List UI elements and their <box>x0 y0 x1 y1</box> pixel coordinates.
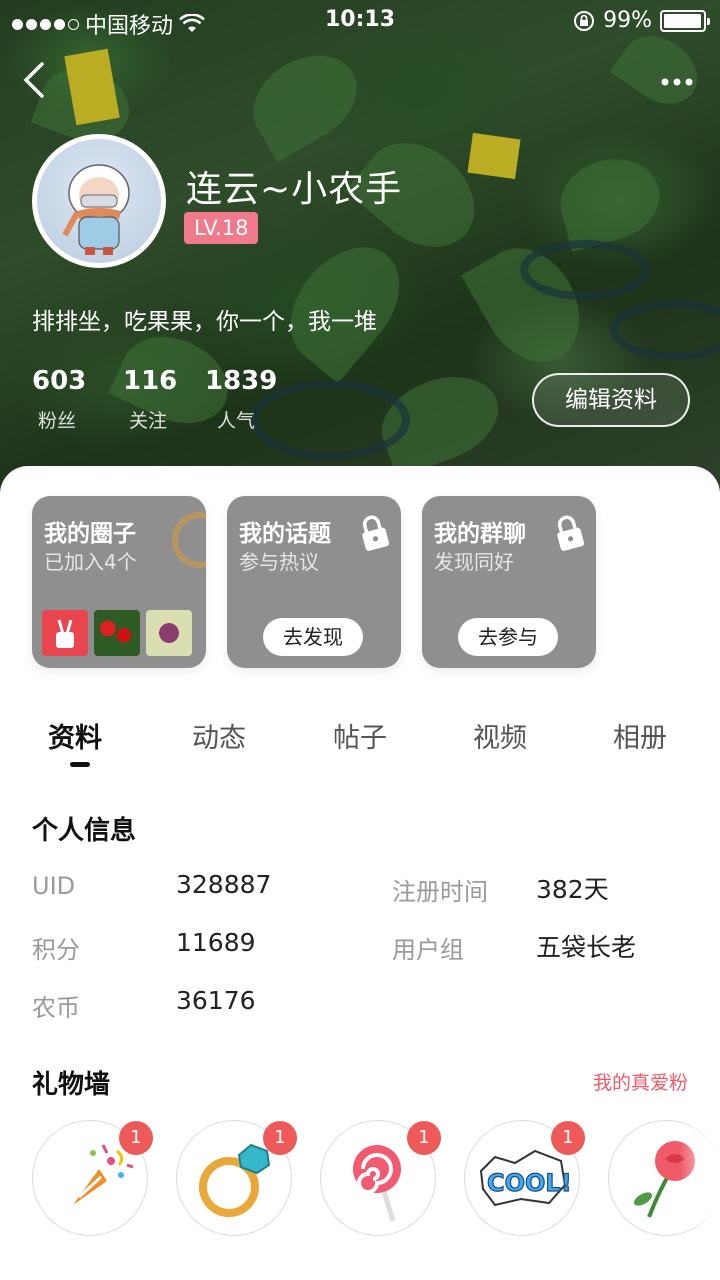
active-tab-indicator <box>70 762 90 767</box>
rotation-lock-icon <box>574 10 595 31</box>
tab-albums[interactable]: 相册 <box>613 716 667 755</box>
gift-count-badge: 1 <box>551 1121 585 1155</box>
avatar[interactable] <box>32 134 166 268</box>
status-bar: 中国移动 10:13 99% <box>0 0 720 40</box>
info-key-points: 积分 <box>32 936 80 964</box>
avatar-illustration-icon <box>62 164 130 255</box>
stat-fans-count: 603 <box>32 366 87 396</box>
circle-thumb-strawberry-icon[interactable] <box>94 610 140 656</box>
join-button[interactable]: 去参与 <box>458 618 558 656</box>
tab-profile-info[interactable]: 资料 <box>48 716 102 755</box>
gift-item[interactable]: 1 <box>176 1120 297 1236</box>
stat-popularity-count: 1839 <box>205 366 278 396</box>
gift-count-badge: 1 <box>119 1121 153 1155</box>
discover-button[interactable]: 去发现 <box>263 618 363 656</box>
lock-icon <box>557 515 585 551</box>
card-title: 我的话题 <box>239 521 331 547</box>
back-button[interactable] <box>18 60 58 104</box>
stat-following[interactable]: 116 关注 <box>123 366 177 433</box>
info-value-points: 11689 <box>176 928 256 957</box>
username: 连云~小农手 <box>186 169 403 210</box>
info-key-uid: UID <box>32 872 76 900</box>
card-title: 我的群聊 <box>434 521 526 547</box>
more-dots-icon <box>661 78 693 86</box>
card-subtitle: 发现同好 <box>434 550 514 574</box>
gift-item[interactable]: COOL! 1 <box>464 1120 585 1236</box>
gift-item[interactable]: 1 <box>320 1120 441 1236</box>
stat-fans-label: 粉丝 <box>38 410 77 432</box>
info-key-coins: 农币 <box>32 994 80 1022</box>
edit-profile-button[interactable]: 编辑资料 <box>532 373 690 427</box>
level-badge: LV.18 <box>184 212 259 244</box>
tab-activity[interactable]: 动态 <box>192 716 246 755</box>
personal-info-title: 个人信息 <box>32 816 137 846</box>
stat-fans[interactable]: 603 粉丝 <box>32 366 86 433</box>
gift-item[interactable]: 1 <box>32 1120 153 1236</box>
lock-icon <box>362 515 390 551</box>
info-value-user-group: 五袋长老 <box>536 933 637 962</box>
stat-popularity-label: 人气 <box>217 410 256 432</box>
my-true-fans-link[interactable]: 我的真爱粉 <box>593 1068 688 1095</box>
card-subtitle: 参与热议 <box>239 550 319 574</box>
circle-decoration-icon <box>172 512 206 568</box>
my-group-chats-card[interactable]: 我的群聊 发现同好 去参与 <box>422 496 596 668</box>
more-options-button[interactable] <box>660 66 694 87</box>
tab-posts[interactable]: 帖子 <box>333 716 387 755</box>
info-value-register-time: 382天 <box>536 875 609 904</box>
my-circles-card[interactable]: 我的圈子 已加入4个 <box>32 496 206 668</box>
info-key-register-time: 注册时间 <box>392 878 488 906</box>
info-value-coins: 36176 <box>176 986 256 1015</box>
gift-count-badge: 1 <box>263 1121 297 1155</box>
info-key-user-group: 用户组 <box>392 936 464 964</box>
gift-list-fade <box>680 1110 720 1250</box>
my-topics-card[interactable]: 我的话题 参与热议 去发现 <box>227 496 401 668</box>
info-value-uid: 328887 <box>176 870 272 899</box>
gift-wall-title: 礼物墙 <box>32 1070 111 1100</box>
card-subtitle: 已加入4个 <box>44 550 137 574</box>
tab-videos[interactable]: 视频 <box>473 716 527 755</box>
card-title: 我的圈子 <box>44 521 136 547</box>
user-bio: 排排坐，吃果果，你一个，我一堆 <box>32 309 377 335</box>
stat-following-count: 116 <box>123 366 178 396</box>
battery-percentage: 99% <box>603 8 652 33</box>
stat-following-label: 关注 <box>129 410 168 432</box>
svg-text:COOL!: COOL! <box>487 1169 572 1197</box>
chevron-left-icon <box>23 62 44 98</box>
battery-icon <box>660 9 710 32</box>
circle-thumb-rabbit-icon[interactable] <box>42 610 88 656</box>
circle-thumb-grape-icon[interactable] <box>146 610 192 656</box>
gift-count-badge: 1 <box>407 1121 441 1155</box>
stat-popularity[interactable]: 1839 人气 <box>205 366 277 433</box>
